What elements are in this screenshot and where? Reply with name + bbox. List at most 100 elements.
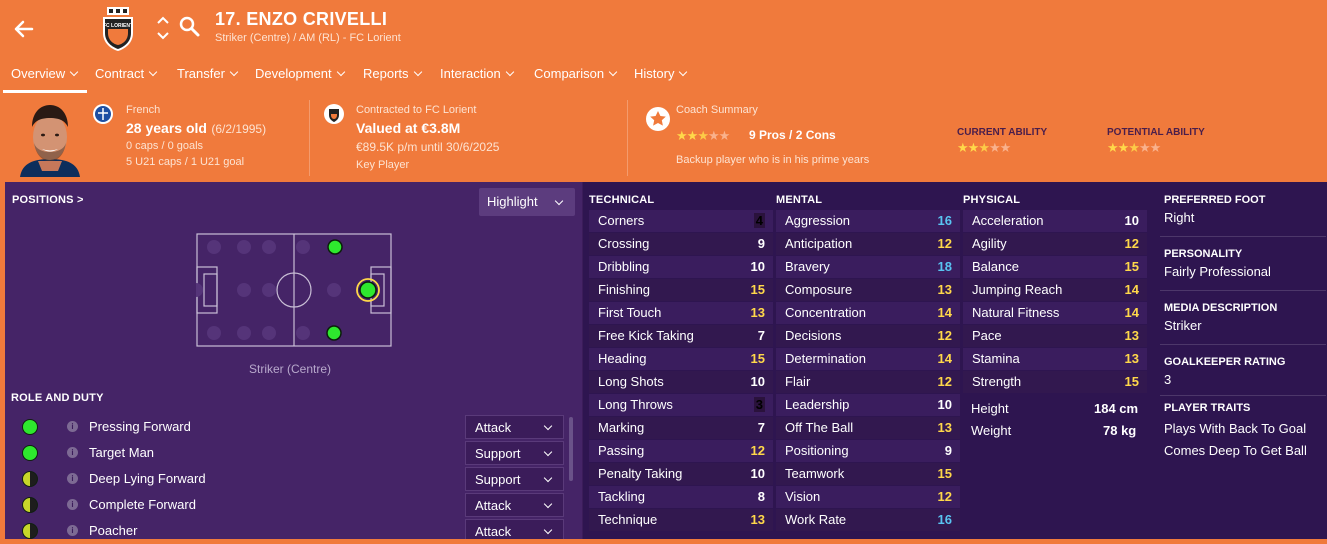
attribute-row[interactable]: Natural Fitness 14 [963, 302, 1147, 324]
attribute-name: Penalty Taking [598, 466, 683, 481]
attribute-row[interactable]: Free Kick Taking 7 [589, 325, 773, 347]
tab-development[interactable]: Development [255, 66, 345, 81]
attribute-value: 10 [750, 374, 765, 389]
info-icon[interactable]: i [67, 525, 78, 536]
tab-history[interactable]: History [634, 66, 688, 81]
attribute-row[interactable]: Vision 12 [776, 486, 960, 508]
france-federation-icon [92, 103, 114, 125]
info-icon[interactable]: i [67, 421, 78, 432]
attribute-name: Free Kick Taking [598, 328, 694, 343]
attribute-name: Vision [785, 489, 821, 504]
attribute-row[interactable]: Penalty Taking 10 [589, 463, 773, 485]
search-icon[interactable] [179, 16, 201, 38]
attribute-row[interactable]: Bravery 18 [776, 256, 960, 278]
attribute-row[interactable]: Marking 7 [589, 417, 773, 439]
attribute-row[interactable]: First Touch 13 [589, 302, 773, 324]
positions-heading[interactable]: POSITIONS > [12, 194, 84, 206]
attribute-row[interactable]: Finishing 15 [589, 279, 773, 301]
attribute-row[interactable]: Heading 15 [589, 348, 773, 370]
role-row[interactable]: i Target Man Support [11, 441, 564, 465]
attribute-row[interactable]: Off The Ball 13 [776, 417, 960, 439]
attribute-value: 15 [750, 351, 765, 366]
attribute-name: Long Throws [598, 397, 673, 412]
chevron-down-icon [608, 67, 618, 77]
attribute-row[interactable]: Agility 12 [963, 233, 1147, 255]
role-name: Pressing Forward [89, 419, 191, 434]
chevron-down-icon [229, 67, 239, 77]
tab-reports[interactable]: Reports [363, 66, 422, 81]
duty-dropdown[interactable]: Attack [465, 493, 564, 517]
role-row[interactable]: i Pressing Forward Attack [11, 415, 564, 439]
attribute-row[interactable]: Technique 13 [589, 509, 773, 531]
info-icon[interactable]: i [67, 473, 78, 484]
current-ability-label: CURRENT ABILITY [957, 127, 1048, 138]
roles-scrollbar[interactable] [569, 417, 573, 481]
tab-interaction[interactable]: Interaction [440, 66, 514, 81]
attribute-row[interactable]: Jumping Reach 14 [963, 279, 1147, 301]
tab-comparison[interactable]: Comparison [534, 66, 618, 81]
attribute-row[interactable]: Composure 13 [776, 279, 960, 301]
attribute-name: Marking [598, 420, 645, 435]
duty-dropdown[interactable]: Attack [465, 519, 564, 539]
attribute-row[interactable]: Concentration 14 [776, 302, 960, 324]
attribute-value: 18 [937, 259, 952, 274]
attribute-row[interactable]: Flair 12 [776, 371, 960, 393]
attribute-row[interactable]: Long Shots 10 [589, 371, 773, 393]
attribute-row[interactable]: Leadership 10 [776, 394, 960, 416]
duty-dropdown[interactable]: Support [465, 441, 564, 465]
role-duty-heading: ROLE AND DUTY [11, 392, 104, 404]
role-row[interactable]: i Deep Lying Forward Support [11, 467, 564, 491]
attribute-row[interactable]: Work Rate 16 [776, 509, 960, 531]
attribute-row[interactable]: Corners 4 [589, 210, 773, 232]
attribute-row[interactable]: Strength 15 [963, 371, 1147, 393]
back-arrow-icon[interactable] [10, 14, 40, 44]
attribute-name: Dribbling [598, 259, 650, 274]
attribute-name: Off The Ball [785, 420, 854, 435]
attribute-name: Leadership [785, 397, 850, 412]
attribute-row[interactable]: Acceleration 10 [963, 210, 1147, 232]
tab-contract[interactable]: Contract [95, 66, 158, 81]
chevron-down-icon [543, 525, 553, 535]
info-icon[interactable]: i [67, 447, 78, 458]
chevron-down-icon [148, 67, 158, 77]
weight-value: 78 kg [1103, 423, 1137, 438]
attribute-row[interactable]: Crossing 9 [589, 233, 773, 255]
duty-dropdown[interactable]: Support [465, 467, 564, 491]
player-traits-label: PLAYER TRAITS [1164, 402, 1251, 414]
attribute-value: 10 [750, 466, 765, 481]
attribute-value: 14 [937, 305, 952, 320]
role-row[interactable]: i Complete Forward Attack [11, 493, 564, 517]
tab-transfer[interactable]: Transfer [177, 66, 239, 81]
role-row[interactable]: i Poacher Attack [11, 519, 564, 539]
info-icon[interactable]: i [67, 499, 78, 510]
attribute-name: First Touch [598, 305, 662, 320]
attribute-row[interactable]: Aggression 16 [776, 210, 960, 232]
duty-dropdown[interactable]: Attack [465, 415, 564, 439]
attribute-row[interactable]: Determination 14 [776, 348, 960, 370]
preferred-foot-label: PREFERRED FOOT [1164, 194, 1266, 206]
attribute-row[interactable]: Tackling 8 [589, 486, 773, 508]
player-navigation-chevrons[interactable] [155, 14, 171, 42]
attribute-value: 14 [937, 351, 952, 366]
attribute-value: 10 [937, 397, 952, 412]
technical-heading: TECHNICAL [589, 194, 655, 206]
attribute-name: Jumping Reach [972, 282, 1063, 297]
highlight-dropdown[interactable]: Highlight [479, 188, 575, 216]
attribute-row[interactable]: Passing 12 [589, 440, 773, 462]
attribute-row[interactable]: Anticipation 12 [776, 233, 960, 255]
attribute-row[interactable]: Balance 15 [963, 256, 1147, 278]
attribute-row[interactable]: Positioning 9 [776, 440, 960, 462]
divider [627, 100, 628, 176]
divider [1160, 290, 1326, 291]
tab-overview[interactable]: Overview [11, 66, 79, 81]
attribute-row[interactable]: Pace 13 [963, 325, 1147, 347]
attribute-name: Anticipation [785, 236, 853, 251]
attribute-row[interactable]: Long Throws 3 [589, 394, 773, 416]
attribute-name: Natural Fitness [972, 305, 1060, 320]
attribute-row[interactable]: Dribbling 10 [589, 256, 773, 278]
attribute-name: Acceleration [972, 213, 1044, 228]
attribute-row[interactable]: Teamwork 15 [776, 463, 960, 485]
attribute-row[interactable]: Decisions 12 [776, 325, 960, 347]
attribute-row[interactable]: Stamina 13 [963, 348, 1147, 370]
pros-cons[interactable]: 9 Pros / 2 Cons [749, 128, 836, 142]
